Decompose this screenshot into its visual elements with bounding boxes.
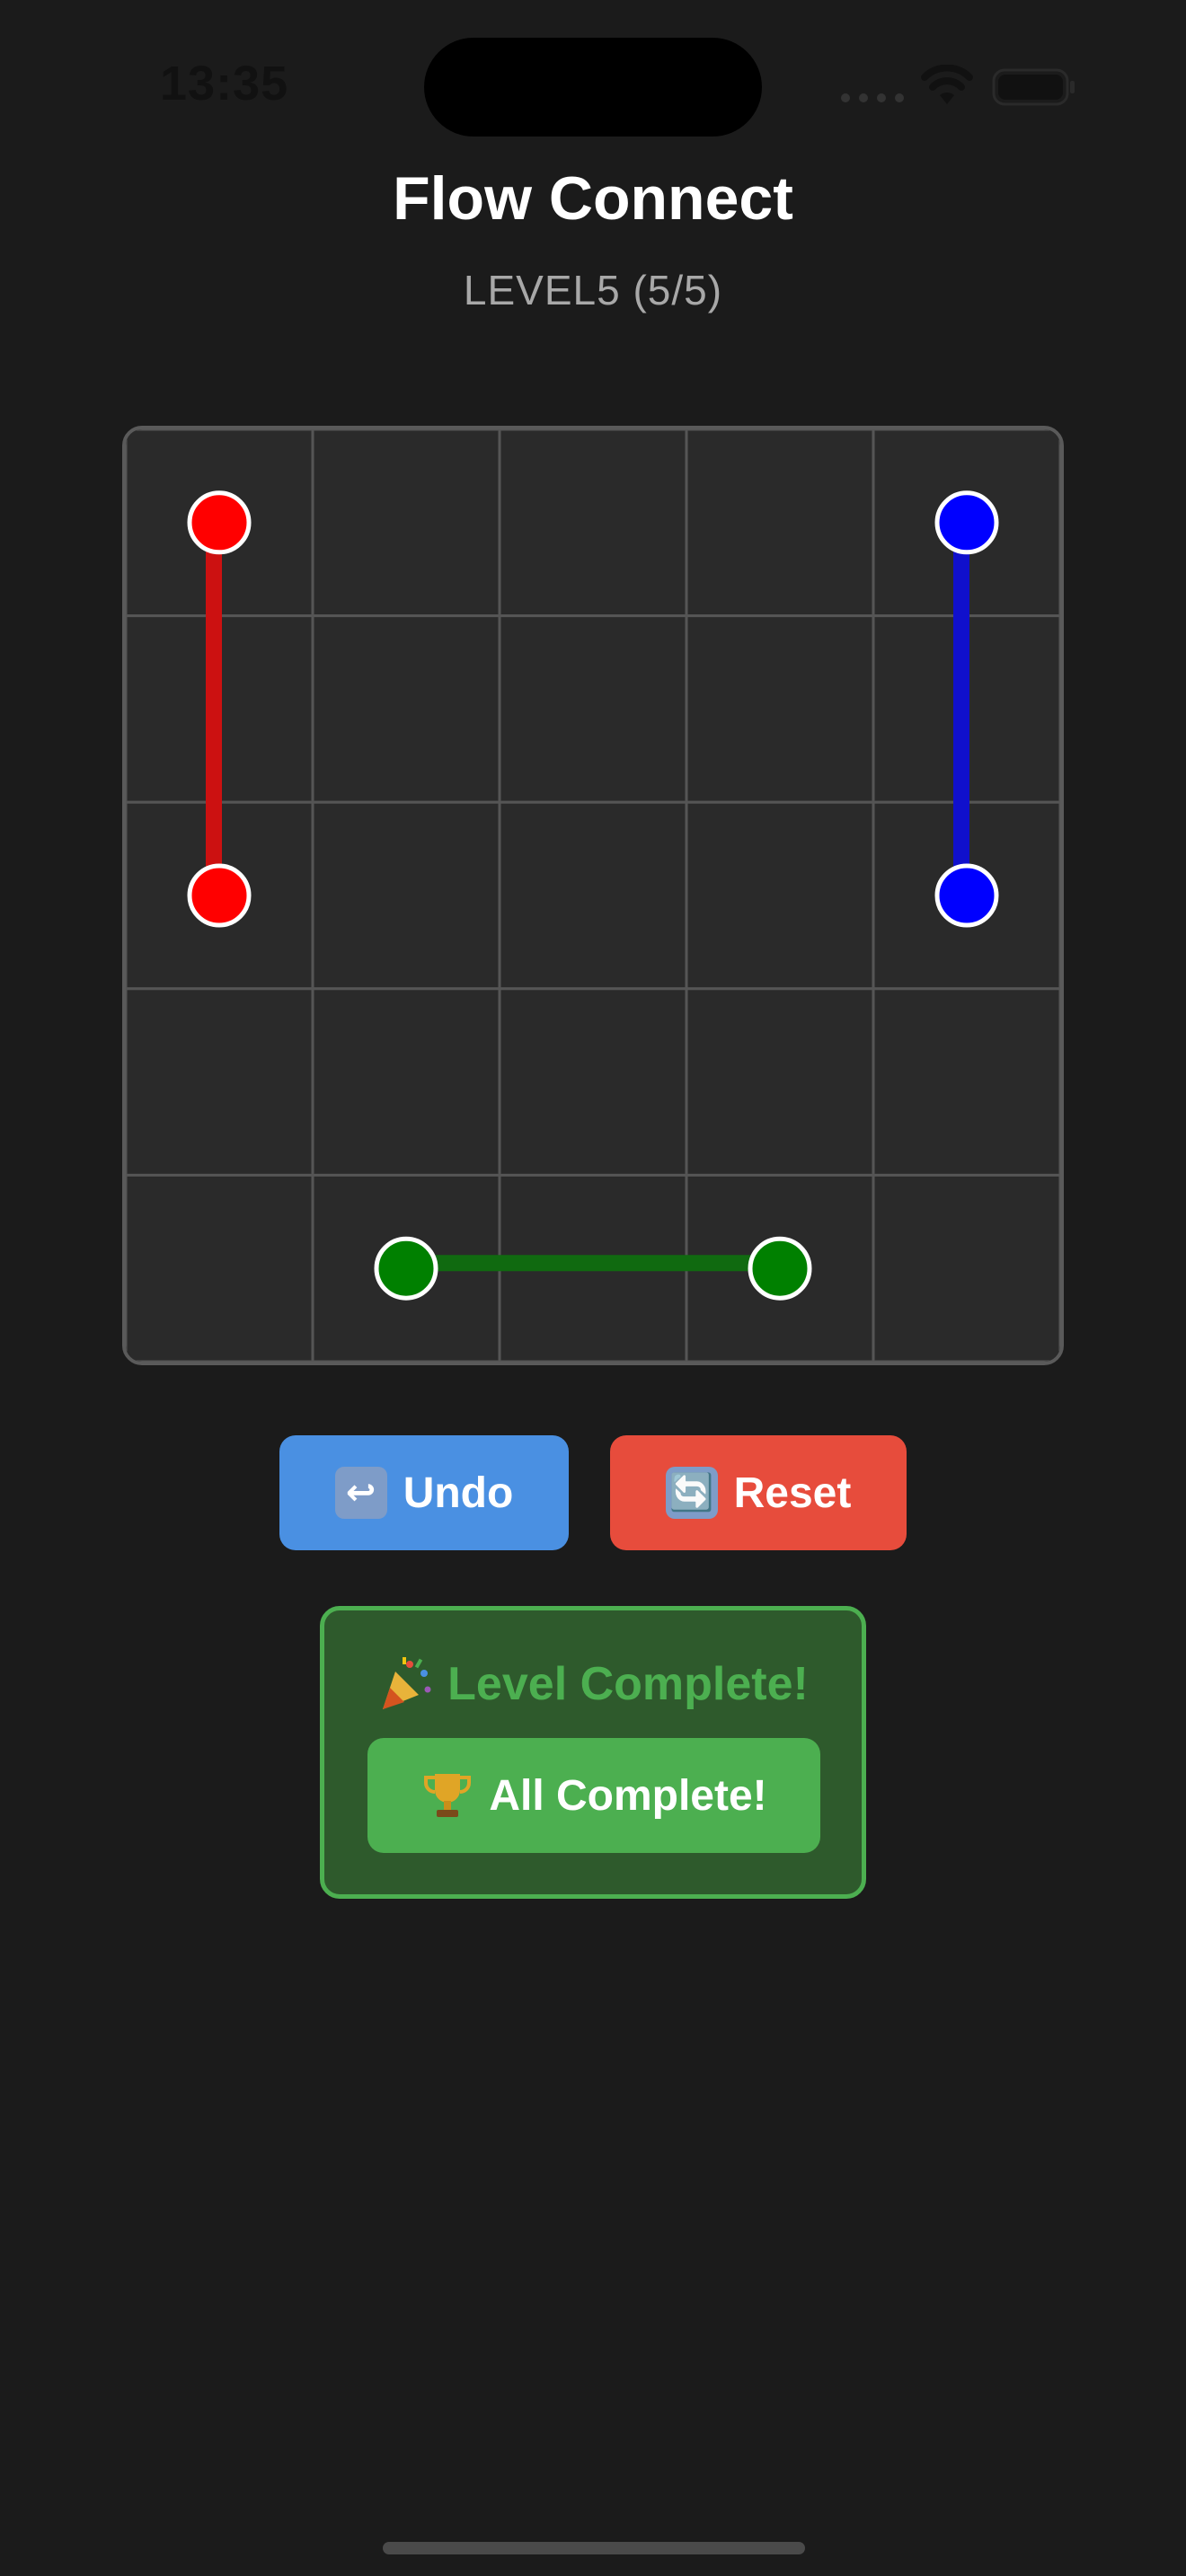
home-indicator: [383, 2542, 805, 2554]
level-complete-title: Level Complete!: [447, 1658, 809, 1710]
cellular-signal-icon: [841, 93, 904, 102]
grid-cell[interactable]: [311, 429, 501, 618]
grid-cell[interactable]: [126, 1173, 314, 1362]
grid-cell[interactable]: [311, 800, 501, 991]
grid-cell[interactable]: [685, 614, 875, 804]
undo-label: Undo: [403, 1469, 514, 1517]
party-popper-icon: [383, 1657, 431, 1709]
page-title: Flow Connect: [393, 164, 793, 233]
endpoint-dot[interactable]: [187, 490, 252, 555]
all-complete-button[interactable]: All Complete!: [367, 1738, 820, 1853]
refresh-icon: 🔄: [665, 1467, 718, 1519]
endpoint-dot[interactable]: [934, 490, 999, 555]
grid-cell[interactable]: [311, 987, 501, 1177]
all-complete-label: All Complete!: [489, 1771, 767, 1820]
status-time: 13:35: [160, 57, 289, 110]
endpoint-dot[interactable]: [187, 863, 252, 928]
reset-label: Reset: [733, 1469, 852, 1517]
reset-button[interactable]: 🔄 Reset: [610, 1435, 907, 1550]
grid-cell[interactable]: [872, 987, 1060, 1177]
grid-cell[interactable]: [498, 614, 688, 804]
grid-cell[interactable]: [498, 800, 688, 991]
wifi-icon: [921, 65, 973, 104]
grid-cell[interactable]: [685, 800, 875, 991]
grid-cell[interactable]: [872, 1173, 1060, 1362]
battery-icon: [992, 68, 1075, 106]
level-complete-heading: Level Complete!: [324, 1655, 862, 1713]
level-indicator: LEVEL5 (5/5): [463, 267, 723, 313]
grid-cell[interactable]: [498, 987, 688, 1177]
endpoint-dot[interactable]: [374, 1236, 438, 1301]
board-grid[interactable]: [126, 429, 1060, 1362]
dynamic-island: [424, 38, 762, 137]
grid-cell[interactable]: [685, 429, 875, 618]
trophy-icon: [424, 1774, 472, 1817]
undo-arrow-icon: ↩: [334, 1467, 387, 1519]
app-screen: 13:35 Flow Connect LEVEL5 (5/5) ↩ Undo 🔄…: [0, 0, 1186, 2576]
grid-cell[interactable]: [126, 987, 314, 1177]
endpoint-dot[interactable]: [934, 863, 999, 928]
grid-cell[interactable]: [311, 614, 501, 804]
undo-button[interactable]: ↩ Undo: [279, 1435, 569, 1550]
grid-cell[interactable]: [685, 987, 875, 1177]
game-board[interactable]: [122, 426, 1064, 1365]
endpoint-dot[interactable]: [748, 1236, 812, 1301]
level-complete-panel: Level Complete! All Complete!: [320, 1606, 866, 1899]
grid-cell[interactable]: [498, 429, 688, 618]
